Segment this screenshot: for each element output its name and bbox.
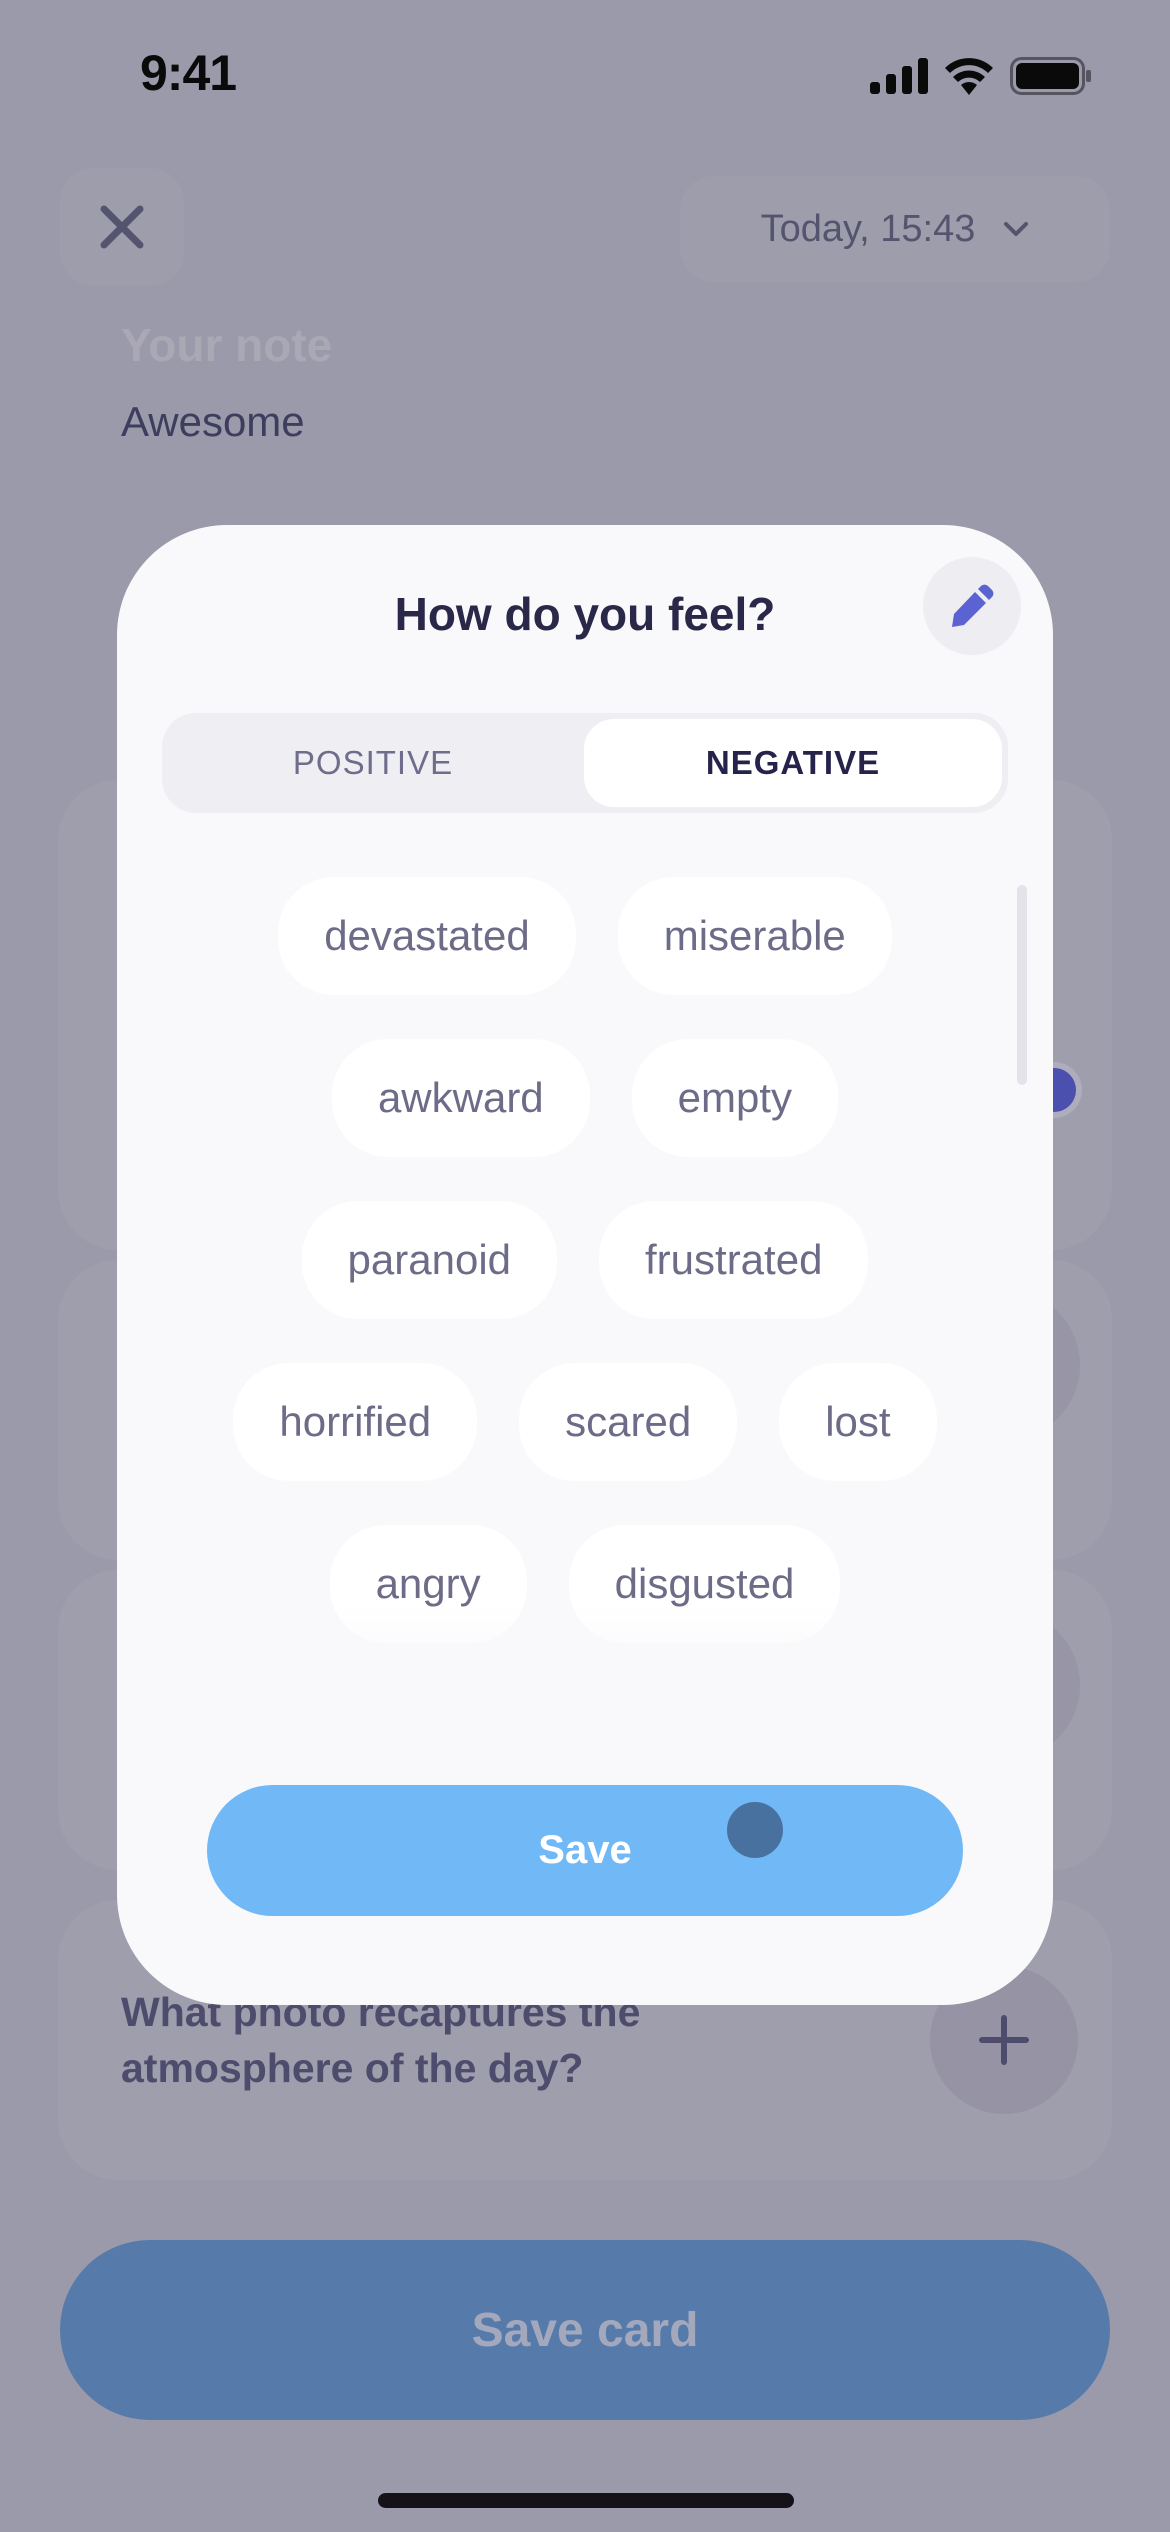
tab-negative[interactable]: NEGATIVE xyxy=(584,719,1002,807)
touch-indicator xyxy=(727,1802,783,1858)
note-label: Your note xyxy=(121,319,333,371)
chevron-down-icon xyxy=(1004,222,1029,236)
chip-awkward[interactable]: awkward xyxy=(331,1039,590,1157)
chip-miserable[interactable]: miserable xyxy=(617,877,892,995)
tab-positive[interactable]: POSITIVE xyxy=(168,719,578,807)
edit-button[interactable] xyxy=(923,557,1021,655)
chip-row: paranoid frustrated xyxy=(117,1201,1053,1319)
modal-title: How do you feel? xyxy=(394,588,776,640)
chip-list-scrollbar[interactable] xyxy=(1017,885,1027,1085)
date-label: Today, 15:43 xyxy=(760,207,976,250)
chip-row: horrified scared lost xyxy=(117,1363,1053,1481)
note-input[interactable]: Awesome xyxy=(121,398,305,446)
chip-lost[interactable]: lost xyxy=(779,1363,937,1481)
status-icons xyxy=(870,56,1092,96)
plus-icon xyxy=(979,2015,1029,2065)
chip-scared[interactable]: scared xyxy=(519,1363,738,1481)
chip-horrified[interactable]: horrified xyxy=(233,1363,478,1481)
chip-frustrated[interactable]: frustrated xyxy=(599,1201,869,1319)
wifi-icon xyxy=(945,58,993,95)
scroll-fade xyxy=(117,1605,1053,1785)
close-button[interactable] xyxy=(60,168,184,286)
pencil-icon xyxy=(952,584,994,627)
cellular-signal-icon xyxy=(870,58,928,94)
home-indicator[interactable] xyxy=(378,2493,794,2508)
chip-paranoid[interactable]: paranoid xyxy=(301,1201,558,1319)
chip-row: devastated miserable xyxy=(117,877,1053,995)
chip-devastated[interactable]: devastated xyxy=(278,877,576,995)
save-card-button[interactable]: Save card xyxy=(60,2240,1110,2420)
status-time: 9:41 xyxy=(140,45,237,101)
save-feelings-button[interactable]: Save xyxy=(207,1785,963,1916)
chip-empty[interactable]: empty xyxy=(631,1039,839,1157)
battery-icon xyxy=(1010,57,1091,95)
feelings-chip-list: devastated miserable awkward empty paran… xyxy=(117,877,1053,1805)
feelings-modal: How do you feel? POSITIVE NEGATIVE devas… xyxy=(117,525,1053,2005)
date-picker-button[interactable]: Today, 15:43 xyxy=(680,176,1110,282)
close-icon xyxy=(100,205,144,249)
chip-row: awkward empty xyxy=(117,1039,1053,1157)
tone-segmented-control: POSITIVE NEGATIVE xyxy=(162,713,1008,813)
